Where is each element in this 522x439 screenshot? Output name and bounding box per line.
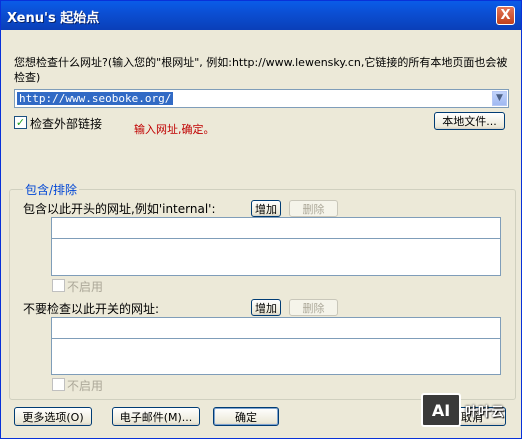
include-delete-button[interactable]: 删除 <box>289 200 338 217</box>
ok-button[interactable]: 确定 <box>213 407 279 426</box>
local-file-button[interactable]: 本地文件... <box>434 112 505 130</box>
email-button[interactable]: 电子邮件(M)... <box>112 407 200 426</box>
include-list[interactable] <box>51 217 501 276</box>
watermark-logo: AI <box>421 393 461 427</box>
list-item-divider <box>52 238 500 239</box>
group-title: 包含/排除 <box>23 181 80 198</box>
exclude-label: 不要检查以此开关的网址: <box>23 302 160 316</box>
url-value[interactable]: http://www.seoboke.org/ <box>17 92 174 105</box>
include-add-button[interactable]: 增加 <box>251 200 281 217</box>
include-disable-checkbox[interactable] <box>52 279 65 292</box>
exclude-add-button[interactable]: 增加 <box>251 299 281 316</box>
include-disable-label: 不启用 <box>67 280 104 294</box>
exclude-disable-checkbox[interactable] <box>52 378 65 391</box>
more-options-button[interactable]: 更多选项(O) <box>14 407 92 426</box>
exclude-delete-button[interactable]: 删除 <box>289 299 338 316</box>
dialog-window: Xenu's 起始点 X 您想检查什么网址?(输入您的"根网址", 例如:htt… <box>0 0 522 439</box>
url-prompt: 您想检查什么网址?(输入您的"根网址", 例如:http://www.lewen… <box>14 56 508 84</box>
title-bar[interactable]: Xenu's 起始点 X <box>1 1 521 30</box>
check-external-label[interactable]: 检查外部链接 <box>30 115 102 132</box>
watermark-text: 叶叶云 <box>465 405 505 420</box>
url-combobox[interactable]: http://www.seoboke.org/ ▼ <box>14 89 509 108</box>
exclude-list[interactable] <box>51 317 501 375</box>
exclude-disable-label: 不启用 <box>67 379 104 393</box>
include-label: 包含以此开头的网址,例如'internal': <box>23 202 216 216</box>
check-external-checkbox[interactable]: ✓ <box>14 116 27 129</box>
close-icon: X <box>500 8 511 23</box>
chevron-down-icon[interactable]: ▼ <box>492 91 507 106</box>
watermark: AI 叶叶云 <box>421 391 522 439</box>
window-title: Xenu's 起始点 <box>7 11 100 26</box>
checkmark-icon: ✓ <box>15 116 26 129</box>
close-button[interactable]: X <box>496 6 515 25</box>
list-item-divider <box>52 338 500 339</box>
hint-text: 输入网址,确定。 <box>134 123 215 136</box>
